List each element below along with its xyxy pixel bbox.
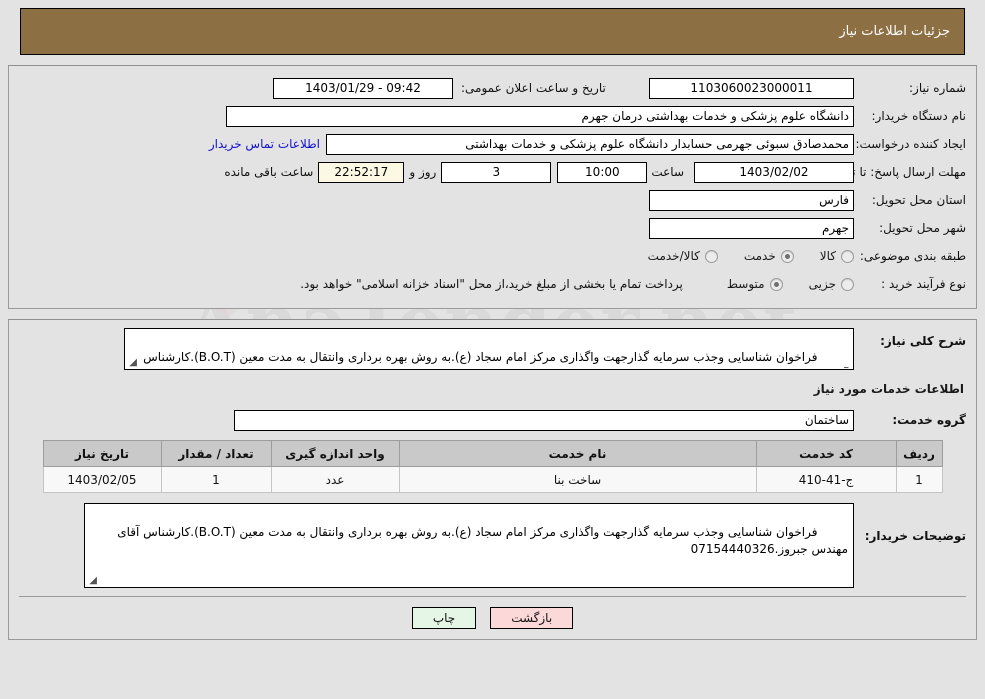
radio-kala-khedmat-icon[interactable]: [704, 249, 718, 263]
row-need-number: شماره نیاز: 1103060023000011 تاریخ و ساع…: [19, 74, 966, 102]
cell-code: ج-41-410: [755, 466, 897, 493]
row-deadline: مهلت ارسال پاسخ: تا تاریخ: 1403/02/02 سا…: [19, 158, 966, 186]
category-label: طبقه بندی موضوعی:: [859, 249, 966, 263]
col-name: نام خدمت: [398, 440, 757, 467]
table-row: 1 ج-41-410 ساخت بنا عدد 1 1403/02/05: [42, 466, 943, 493]
description-textarea[interactable]: فراخوان شناسایی وجذب سرمایه گذارجهت واگذ…: [124, 328, 854, 370]
province-label: استان محل تحویل:: [871, 193, 966, 207]
radio-kala-icon[interactable]: [841, 249, 854, 263]
category-option-kala[interactable]: کالا: [820, 249, 854, 263]
row-buyer-org: نام دستگاه خریدار: دانشگاه علوم پزشکی و …: [19, 102, 966, 130]
process-option-jozei[interactable]: جزیی: [809, 277, 854, 291]
buyer-org-label: نام دستگاه خریدار:: [871, 109, 967, 123]
radio-jozei-icon[interactable]: [841, 277, 854, 291]
remaining-hours-label: ساعت باقی مانده: [224, 165, 314, 179]
need-info-panel: شماره نیاز: 1103060023000011 تاریخ و ساع…: [8, 65, 977, 309]
services-section-title: اطلاعات خدمات مورد نیاز: [813, 382, 964, 396]
remaining-days-value: 3: [441, 161, 552, 183]
need-number-value: 1103060023000011: [649, 77, 854, 99]
deadline-time-value: 10:00: [557, 161, 648, 183]
row-province: استان محل تحویل: فارس: [19, 186, 966, 214]
deadline-label: مهلت ارسال پاسخ: تا تاریخ:: [827, 164, 966, 179]
process-label: نوع فرآیند خرید :: [881, 277, 966, 291]
category-option-khedmat[interactable]: خدمت: [744, 249, 794, 263]
services-panel: شرح کلی نیاز: فراخوان شناسایی وجذب سرمای…: [8, 319, 977, 640]
buyer-contact-link[interactable]: اطلاعات تماس خریدار: [209, 137, 320, 151]
process-option-jozei-label: جزیی: [808, 277, 836, 291]
service-group-label: گروه خدمت:: [892, 413, 966, 427]
cell-unit: عدد: [270, 466, 400, 493]
table-header-row: ردیف کد خدمت نام خدمت واحد اندازه گیری ت…: [42, 440, 943, 467]
description-label: شرح کلی نیاز:: [880, 334, 966, 348]
col-unit: واحد اندازه گیری: [270, 440, 400, 467]
resize-grip-icon[interactable]: ◢: [127, 358, 137, 368]
countdown-timer: 22:52:17: [318, 161, 405, 183]
row-buyer-notes: توضیحات خریدار: فراخوان شناسایی وجذب سرم…: [19, 503, 966, 588]
need-number-label: شماره نیاز:: [909, 81, 966, 95]
col-need-date: تاریخ نیاز: [42, 440, 162, 467]
col-quantity: تعداد / مقدار: [160, 440, 272, 467]
requester-value: محمدصادق سبوئی جهرمی حسابدار دانشگاه علو…: [326, 133, 854, 155]
cell-quantity: 1: [160, 466, 272, 493]
col-radif: ردیف: [895, 440, 943, 467]
category-option-kala-khedmat[interactable]: کالا/خدمت: [648, 249, 718, 263]
cell-radif: 1: [895, 466, 943, 493]
row-category: طبقه بندی موضوعی: کالا خدمت کالا/خدمت: [19, 242, 966, 270]
city-value: جهرم: [649, 217, 854, 239]
province-value: فارس: [649, 189, 854, 211]
requester-label: ایجاد کننده درخواست:: [855, 137, 966, 151]
announce-label: تاریخ و ساعت اعلان عمومی:: [461, 81, 606, 95]
page-title: جزئیات اطلاعات نیاز: [839, 24, 950, 39]
process-option-motavaset[interactable]: متوسط: [727, 277, 783, 291]
buyer-notes-textarea[interactable]: فراخوان شناسایی وجذب سرمایه گذارجهت واگذ…: [84, 503, 854, 588]
resize-grip-icon-2[interactable]: ◢: [87, 576, 97, 586]
row-process-type: نوع فرآیند خرید : جزیی متوسط پرداخت تمام…: [19, 270, 966, 298]
description-text: فراخوان شناسایی وجذب سرمایه گذارجهت واگذ…: [143, 350, 848, 369]
radio-motavaset-icon[interactable]: [769, 277, 783, 291]
payment-note: پرداخت تمام یا بخشی از مبلغ خرید،از محل …: [300, 277, 683, 291]
radio-khedmat-icon[interactable]: [780, 249, 794, 263]
cell-need-date: 1403/02/05: [42, 466, 162, 493]
row-requester: ایجاد کننده درخواست: محمدصادق سبوئی جهرم…: [19, 130, 966, 158]
deadline-date-value: 1403/02/02: [694, 161, 854, 183]
buyer-notes-text: فراخوان شناسایی وجذب سرمایه گذارجهت واگذ…: [113, 525, 848, 556]
hour-label: ساعت: [651, 165, 684, 179]
services-table: ردیف کد خدمت نام خدمت واحد اندازه گیری ت…: [42, 440, 943, 493]
process-option-motavaset-label: متوسط: [726, 277, 765, 291]
days-label: روز و: [409, 165, 437, 179]
back-button[interactable]: بازگشت: [490, 607, 574, 629]
cell-name: ساخت بنا: [398, 466, 757, 493]
row-description: شرح کلی نیاز: فراخوان شناسایی وجذب سرمای…: [19, 328, 966, 370]
buyer-org-value: دانشگاه علوم پزشکی و خدمات بهداشتی درمان…: [226, 105, 854, 127]
city-label: شهر محل تحویل:: [879, 221, 966, 235]
row-service-group: گروه خدمت: ساختمان: [19, 406, 966, 434]
col-code: کد خدمت: [755, 440, 897, 467]
bottom-divider: [19, 596, 966, 597]
page-header: جزئیات اطلاعات نیاز: [20, 8, 965, 55]
service-group-value: ساختمان: [234, 409, 854, 431]
category-option-kala-label: کالا: [819, 249, 836, 263]
row-city: شهر محل تحویل: جهرم: [19, 214, 966, 242]
category-option-kala-khedmat-label: کالا/خدمت: [647, 249, 700, 263]
button-bar: بازگشت چاپ: [19, 607, 966, 629]
category-option-khedmat-label: خدمت: [743, 249, 776, 263]
buyer-notes-label: توضیحات خریدار:: [864, 529, 966, 543]
print-button[interactable]: چاپ: [411, 607, 477, 629]
announce-value: 09:42 - 1403/01/29: [273, 77, 453, 99]
